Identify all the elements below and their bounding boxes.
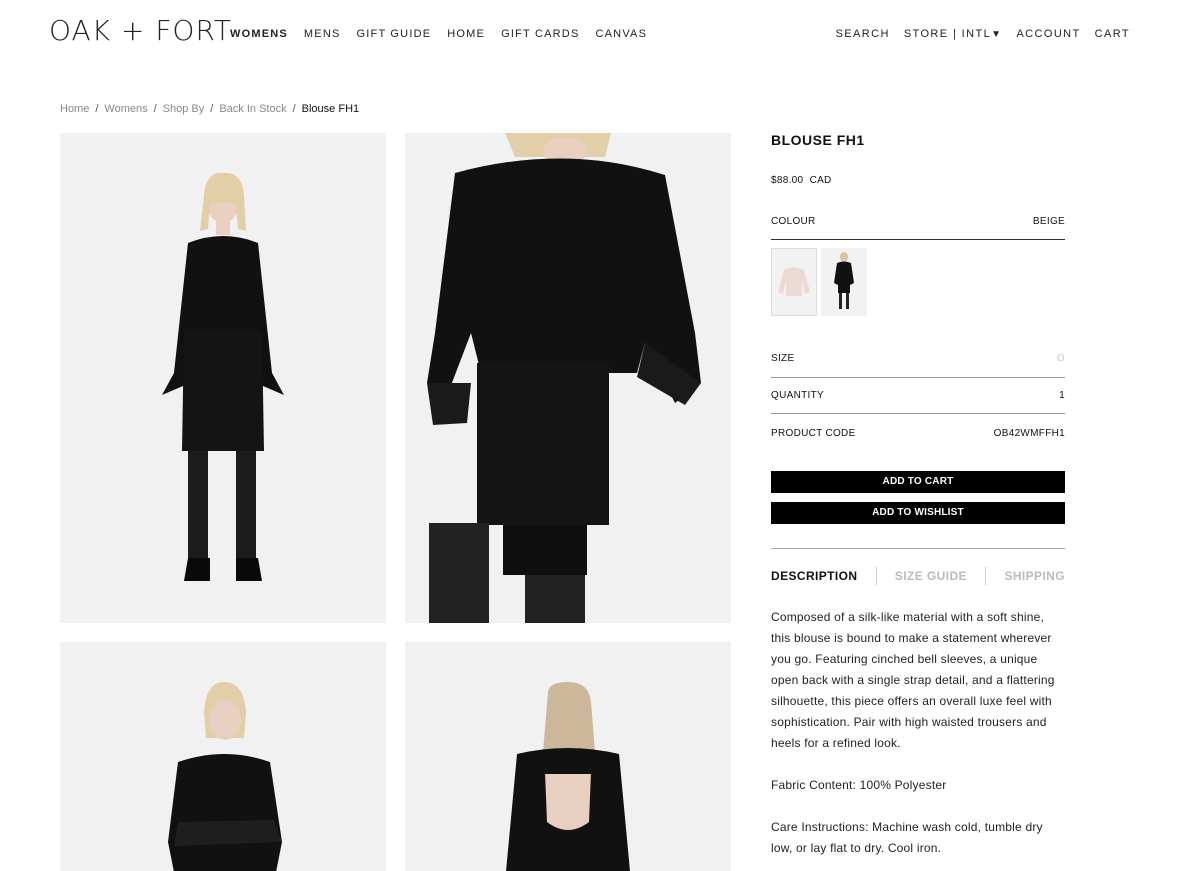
swatch-beige[interactable] [771,248,817,316]
add-to-cart-button[interactable]: ADD TO CART [771,471,1065,493]
price-amount: $88.00 [771,175,804,186]
tab-size-guide[interactable]: SIZE GUIDE [895,569,967,583]
caret-down-icon: ▼ [991,29,1003,40]
product-description: Composed of a silk-like material with a … [771,607,1065,859]
care-instructions: Care Instructions: Machine wash cold, tu… [771,820,1043,855]
product-code-value: OB42WMFFH1 [993,428,1065,439]
main-nav: WOMENS MENS GIFT GUIDE HOME GIFT CARDS C… [230,28,663,40]
utility-nav: SEARCH STORE | INTL▼ ACCOUNT CART [822,28,1130,40]
product-photo-front-closeup[interactable] [405,133,731,623]
nav-mens[interactable]: MENS [304,28,341,40]
price-currency: CAD [809,175,832,186]
add-to-wishlist-button[interactable]: ADD TO WISHLIST [771,502,1065,524]
colour-swatches [771,248,1065,316]
product-info-panel: BLOUSE FH1 $88.00 CAD COLOUR BEIGE SIZE … [771,130,1065,871]
store-selector[interactable]: STORE | INTL▼ [904,28,1003,40]
breadcrumb: Home / Womens / Shop By / Back In Stock … [60,103,359,115]
beige-blouse-thumbnail-icon [778,267,810,296]
product-photo-front-arms-crossed[interactable] [60,642,386,871]
nav-canvas[interactable]: CANVAS [596,28,648,40]
tab-shipping[interactable]: SHIPPING [1004,569,1065,583]
account-link[interactable]: ACCOUNT [1016,28,1080,40]
breadcrumb-shop-by[interactable]: Shop By [163,103,205,115]
breadcrumb-separator: / [153,103,157,115]
site-logo[interactable]: OAK + FORT [49,14,232,47]
breadcrumb-current: Blouse FH1 [301,103,360,115]
cart-link[interactable]: CART [1095,28,1130,40]
colour-row: COLOUR BEIGE [771,216,1065,240]
colour-label: COLOUR [771,216,816,227]
product-code-label: PRODUCT CODE [771,428,856,439]
tab-divider [875,567,877,585]
quantity-value[interactable]: 1 [1059,390,1065,401]
search-link[interactable]: SEARCH [836,28,890,40]
nav-home[interactable]: HOME [447,28,485,40]
product-photo-front-full[interactable] [60,133,386,623]
product-code-row: PRODUCT CODE OB42WMFFH1 [771,414,1065,439]
tab-description[interactable]: DESCRIPTION [771,569,857,583]
breadcrumb-separator: / [95,103,99,115]
breadcrumb-back-in-stock[interactable]: Back In Stock [219,103,286,115]
breadcrumb-womens[interactable]: Womens [104,103,147,115]
fabric-content: Fabric Content: 100% Polyester [771,778,947,792]
size-selector[interactable]: SIZE O [771,353,1065,378]
product-price: $88.00 CAD [771,175,1065,186]
breadcrumb-home[interactable]: Home [60,103,89,115]
size-label: SIZE [771,353,795,364]
quantity-label: QUANTITY [771,390,824,401]
product-photo-back-view[interactable] [405,642,731,871]
tab-divider [985,567,987,585]
black-blouse-thumbnail-icon [834,252,854,309]
product-title: BLOUSE FH1 [771,132,865,148]
breadcrumb-separator: / [210,103,214,115]
swatch-black[interactable] [821,248,867,316]
site-header: OAK + FORT WOMENS MENS GIFT GUIDE HOME G… [0,0,1200,70]
nav-gift-guide[interactable]: GIFT GUIDE [357,28,432,40]
colour-value: BEIGE [1032,216,1065,227]
breadcrumb-separator: / [292,103,296,115]
size-value: O [1056,353,1065,364]
nav-gift-cards[interactable]: GIFT CARDS [501,28,579,40]
product-tabs: DESCRIPTION SIZE GUIDE SHIPPING [771,548,1065,585]
description-text: Composed of a silk-like material with a … [771,610,1055,750]
store-label: STORE | INTL [903,28,992,40]
nav-womens[interactable]: WOMENS [230,28,288,40]
quantity-field[interactable]: QUANTITY 1 [771,378,1065,414]
